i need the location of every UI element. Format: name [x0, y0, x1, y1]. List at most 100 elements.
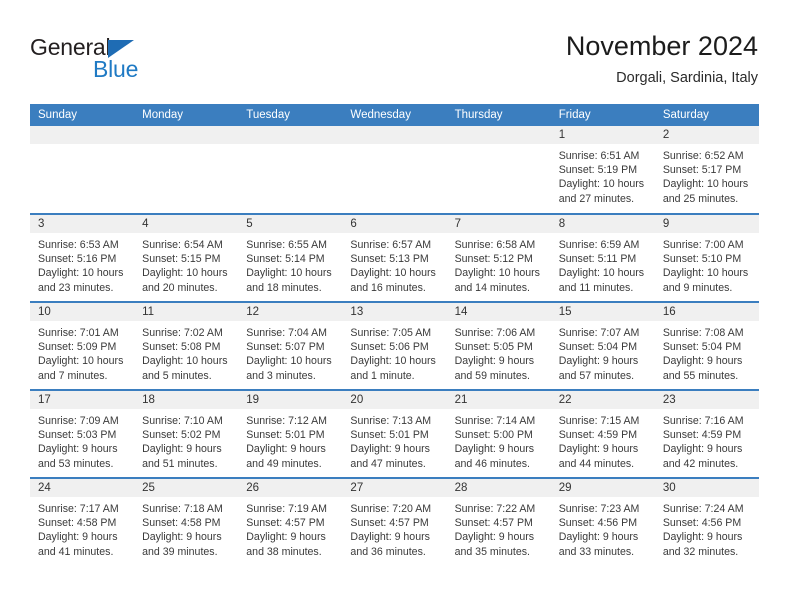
- calendar-day-cell[interactable]: 25 Sunrise: 7:18 AM Sunset: 4:58 PM Dayligh…: [134, 477, 239, 566]
- day-number: 2: [654, 126, 759, 144]
- day-details: Sunrise: 7:16 AM Sunset: 4:59 PM Daylight:…: [655, 409, 759, 471]
- daylight-text: Daylight: 10 hours and 11 minutes.: [558, 267, 645, 294]
- calendar-day-cell[interactable]: 28 Sunrise: 7:22 AM Sunset: 4:57 PM Dayligh…: [446, 477, 551, 566]
- sunrise-text: Sunrise: 6:59 AM: [558, 239, 640, 251]
- sunset-text: Sunset: 5:02 PM: [142, 429, 221, 442]
- daylight-text: Daylight: 10 hours and 20 minutes.: [142, 267, 228, 294]
- sunset-text: Sunset: 5:00 PM: [454, 429, 533, 442]
- calendar-day-cell[interactable]: 14 Sunrise: 7:06 AM Sunset: 5:05 PM Dayligh…: [446, 301, 551, 390]
- day-details: Sunrise: 7:04 AM Sunset: 5:07 PM Daylight:…: [238, 321, 342, 383]
- weekday-header-sunday: Sunday: [30, 104, 135, 126]
- calendar-day-cell[interactable]: 29 Sunrise: 7:23 AM Sunset: 4:56 PM Dayligh…: [550, 477, 655, 566]
- day-details: Sunrise: 6:52 AM Sunset: 5:17 PM Daylight:…: [655, 144, 759, 206]
- calendar-day-cell[interactable]: 24 Sunrise: 7:17 AM Sunset: 4:58 PM Dayligh…: [30, 477, 135, 566]
- sunrise-text: Sunrise: 6:58 AM: [454, 239, 536, 251]
- calendar-day-cell[interactable]: 11 Sunrise: 7:02 AM Sunset: 5:08 PM Dayligh…: [134, 301, 239, 390]
- calendar-day-cell[interactable]: 13 Sunrise: 7:05 AM Sunset: 5:06 PM Dayligh…: [342, 301, 447, 390]
- day-details: Sunrise: 6:51 AM Sunset: 5:19 PM Daylight:…: [551, 144, 655, 206]
- calendar-week-row: 1 Sunrise: 6:51 AM Sunset: 5:19 PM Daylight…: [30, 126, 759, 214]
- calendar-day-cell[interactable]: 23 Sunrise: 7:16 AM Sunset: 4:59 PM Dayligh…: [654, 389, 759, 478]
- day-number: 7: [446, 215, 551, 233]
- sunrise-text: Sunrise: 7:10 AM: [142, 415, 223, 427]
- weekday-header-saturday: Saturday: [654, 104, 759, 126]
- sunrise-text: Sunrise: 6:54 AM: [142, 239, 223, 251]
- sunset-text: Sunset: 5:03 PM: [38, 429, 117, 442]
- sunset-text: Sunset: 5:12 PM: [454, 253, 533, 266]
- sunrise-text: Sunrise: 7:12 AM: [246, 415, 327, 427]
- calendar-day-cell[interactable]: 4 Sunrise: 6:54 AM Sunset: 5:15 PM Daylight…: [134, 213, 239, 302]
- calendar-day-cell[interactable]: 27 Sunrise: 7:20 AM Sunset: 4:57 PM Dayligh…: [342, 477, 447, 566]
- day-number: 20: [342, 391, 447, 409]
- sunset-text: Sunset: 5:01 PM: [350, 429, 429, 442]
- calendar-day-cell[interactable]: 30 Sunrise: 7:24 AM Sunset: 4:56 PM Dayligh…: [654, 477, 759, 566]
- calendar-day-cell[interactable]: 15 Sunrise: 7:07 AM Sunset: 5:04 PM Dayligh…: [550, 301, 655, 390]
- day-number: 17: [30, 391, 135, 409]
- sunrise-text: Sunrise: 6:51 AM: [558, 150, 640, 162]
- calendar-day-cell[interactable]: 1 Sunrise: 6:51 AM Sunset: 5:19 PM Daylight…: [550, 126, 655, 214]
- day-number: 22: [550, 391, 655, 409]
- daylight-text: Daylight: 9 hours and 42 minutes.: [662, 443, 743, 470]
- sunrise-text: Sunrise: 7:04 AM: [246, 327, 327, 339]
- calendar-header-row: Sunday Monday Tuesday Wednesday Thursday…: [30, 104, 759, 126]
- calendar-day-cell[interactable]: 26 Sunrise: 7:19 AM Sunset: 4:57 PM Dayligh…: [238, 477, 343, 566]
- day-details: Sunrise: 7:10 AM Sunset: 5:02 PM Daylight:…: [134, 409, 238, 471]
- calendar-day-cell[interactable]: 9 Sunrise: 7:00 AM Sunset: 5:10 PM Daylight…: [654, 213, 759, 302]
- day-number: 26: [238, 479, 343, 497]
- sunrise-text: Sunrise: 7:19 AM: [246, 503, 327, 515]
- daylight-text: Daylight: 9 hours and 47 minutes.: [350, 443, 430, 470]
- day-details: Sunrise: 7:15 AM Sunset: 4:59 PM Daylight:…: [551, 409, 655, 471]
- sunset-text: Sunset: 5:17 PM: [662, 164, 742, 177]
- calendar-day-cell[interactable]: 5 Sunrise: 6:55 AM Sunset: 5:14 PM Daylight…: [238, 213, 343, 302]
- calendar-day-cell[interactable]: 2 Sunrise: 6:52 AM Sunset: 5:17 PM Daylight…: [654, 126, 759, 214]
- calendar-day-cell[interactable]: 16 Sunrise: 7:08 AM Sunset: 5:04 PM Dayligh…: [654, 301, 759, 390]
- day-number: [342, 126, 447, 144]
- day-number: 28: [446, 479, 551, 497]
- day-details: Sunrise: 6:57 AM Sunset: 5:13 PM Daylight:…: [342, 233, 446, 295]
- sunset-text: Sunset: 4:57 PM: [454, 517, 533, 530]
- sunrise-text: Sunrise: 6:57 AM: [350, 239, 432, 251]
- sunset-text: Sunset: 4:59 PM: [662, 429, 742, 442]
- sunrise-text: Sunrise: 7:05 AM: [350, 327, 432, 339]
- weekday-header-monday: Monday: [134, 104, 239, 126]
- calendar-day-cell[interactable]: 3 Sunrise: 6:53 AM Sunset: 5:16 PM Daylight…: [30, 213, 135, 302]
- day-number: 30: [654, 479, 759, 497]
- calendar-week-row: 17 Sunrise: 7:09 AM Sunset: 5:03 PM Dayligh…: [30, 389, 759, 478]
- sunrise-text: Sunrise: 7:22 AM: [454, 503, 536, 515]
- day-number: 21: [446, 391, 551, 409]
- calendar-day-cell[interactable]: 10 Sunrise: 7:01 AM Sunset: 5:09 PM Dayligh…: [30, 301, 135, 390]
- sunset-text: Sunset: 4:56 PM: [662, 517, 742, 530]
- calendar-day-cell[interactable]: 22 Sunrise: 7:15 AM Sunset: 4:59 PM Dayligh…: [550, 389, 655, 478]
- calendar-day-cell[interactable]: 12 Sunrise: 7:04 AM Sunset: 5:07 PM Dayligh…: [238, 301, 343, 390]
- calendar-day-cell[interactable]: 19 Sunrise: 7:12 AM Sunset: 5:01 PM Dayligh…: [238, 389, 343, 478]
- calendar-day-cell[interactable]: 20 Sunrise: 7:13 AM Sunset: 5:01 PM Dayligh…: [342, 389, 447, 478]
- calendar-week-row: 10 Sunrise: 7:01 AM Sunset: 5:09 PM Dayligh…: [30, 301, 759, 390]
- calendar-day-cell[interactable]: 7 Sunrise: 6:58 AM Sunset: 5:12 PM Daylight…: [446, 213, 551, 302]
- weekday-header-wednesday: Wednesday: [342, 104, 447, 126]
- general-blue-logo[interactable]: General Blue: [30, 34, 170, 82]
- sunset-text: Sunset: 5:04 PM: [662, 341, 742, 354]
- day-details: Sunrise: 6:55 AM Sunset: 5:14 PM Daylight:…: [238, 233, 342, 295]
- calendar-cell-empty: [342, 126, 447, 214]
- calendar-day-cell[interactable]: 17 Sunrise: 7:09 AM Sunset: 5:03 PM Dayligh…: [30, 389, 135, 478]
- day-details: Sunrise: 7:12 AM Sunset: 5:01 PM Daylight:…: [238, 409, 342, 471]
- day-number: 27: [342, 479, 447, 497]
- day-number: [30, 126, 135, 144]
- day-number: 8: [550, 215, 655, 233]
- daylight-text: Daylight: 9 hours and 39 minutes.: [142, 531, 222, 558]
- day-number: 19: [238, 391, 343, 409]
- day-number: 18: [134, 391, 239, 409]
- calendar-day-cell[interactable]: 6 Sunrise: 6:57 AM Sunset: 5:13 PM Daylight…: [342, 213, 447, 302]
- calendar-cell-empty: [446, 126, 551, 214]
- calendar-day-cell[interactable]: 21 Sunrise: 7:14 AM Sunset: 5:00 PM Dayligh…: [446, 389, 551, 478]
- day-number: [446, 126, 551, 144]
- day-number: 5: [238, 215, 343, 233]
- daylight-text: Daylight: 9 hours and 46 minutes.: [454, 443, 535, 470]
- calendar-day-cell[interactable]: 18 Sunrise: 7:10 AM Sunset: 5:02 PM Dayligh…: [134, 389, 239, 478]
- day-details: Sunrise: 7:02 AM Sunset: 5:08 PM Daylight:…: [134, 321, 238, 383]
- sunset-text: Sunset: 5:09 PM: [38, 341, 117, 354]
- day-number: 9: [654, 215, 759, 233]
- calendar-day-cell[interactable]: 8 Sunrise: 6:59 AM Sunset: 5:11 PM Daylight…: [550, 213, 655, 302]
- calendar-cell-empty: [238, 126, 343, 214]
- day-details: Sunrise: 7:05 AM Sunset: 5:06 PM Daylight:…: [342, 321, 446, 383]
- daylight-text: Daylight: 9 hours and 33 minutes.: [558, 531, 639, 558]
